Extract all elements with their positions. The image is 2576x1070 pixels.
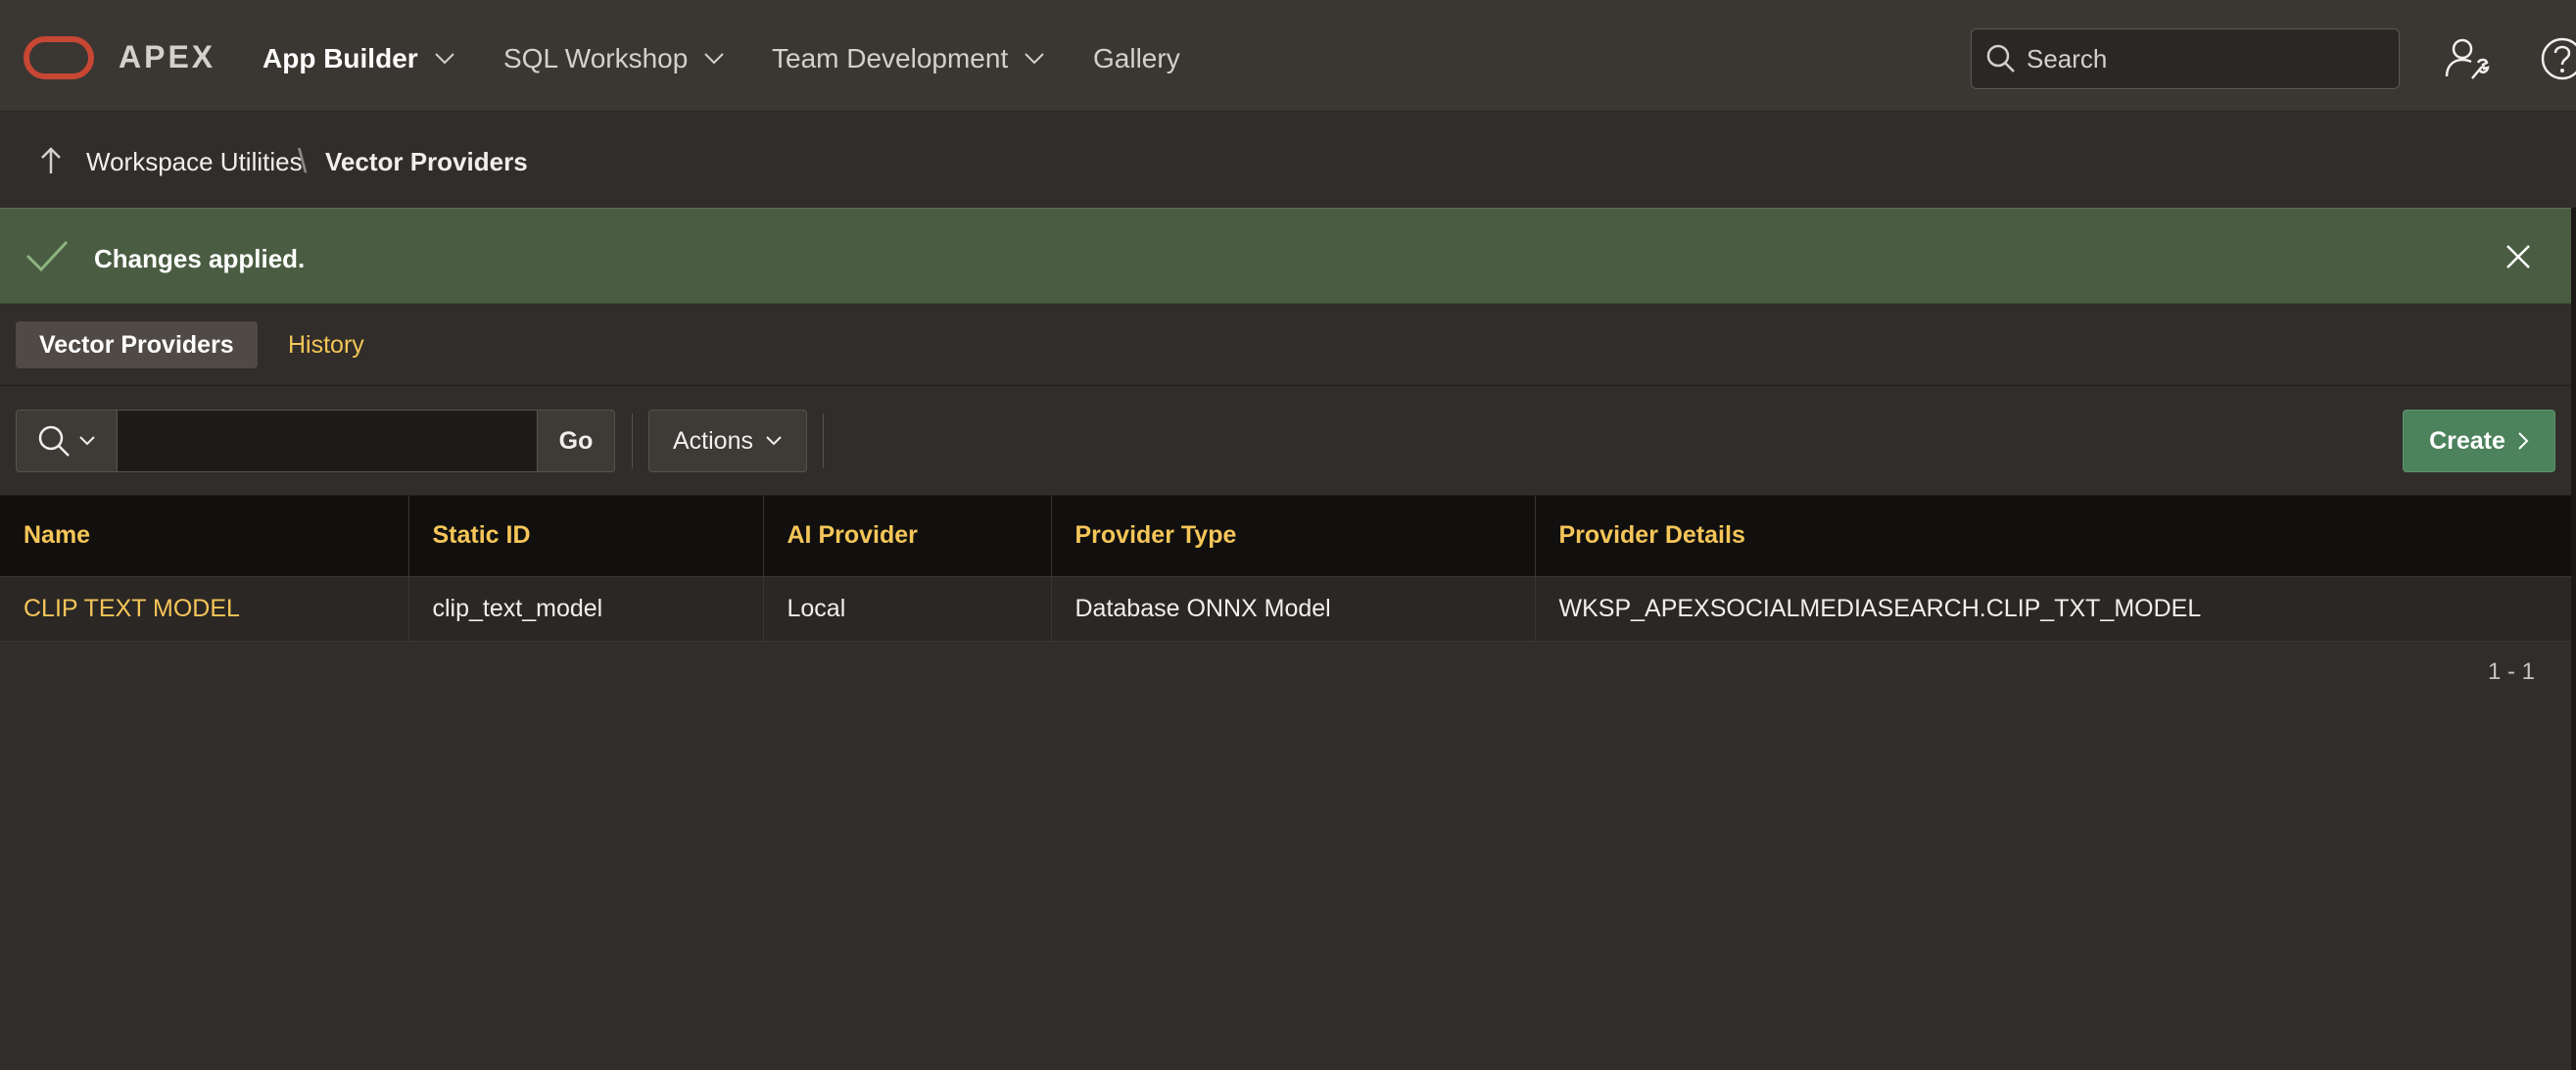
breadcrumb: Workspace Utilities \ Vector Providers (0, 112, 2576, 208)
column-header-provider-details[interactable]: Provider Details (1535, 496, 2572, 577)
region-tabs: Vector Providers History (0, 304, 2571, 386)
chevron-down-icon (434, 53, 454, 65)
search-input[interactable] (2027, 43, 2379, 74)
apex-logo-text[interactable]: APEX (119, 39, 215, 75)
page-edge (2571, 208, 2576, 1070)
tab-history[interactable]: History (264, 321, 388, 368)
nav-gallery[interactable]: Gallery (1093, 39, 1180, 78)
nav-label: App Builder (262, 43, 418, 73)
chevron-down-icon (766, 436, 782, 446)
cell-static-id: clip_text_model (408, 576, 764, 642)
search-column-menu-button[interactable] (16, 410, 118, 472)
report-search-input[interactable] (118, 410, 539, 472)
go-button[interactable]: Go (537, 410, 615, 472)
chevron-right-icon (2518, 432, 2529, 450)
report-toolbar: Go Actions Create (0, 386, 2571, 496)
cell-name: CLIP TEXT MODEL (0, 576, 409, 642)
breadcrumb-current: Vector Providers (325, 147, 528, 176)
cell-provider-type: Database ONNX Model (1051, 576, 1536, 642)
nav-app-builder[interactable]: App Builder (262, 39, 455, 78)
oracle-logo-icon[interactable] (24, 36, 94, 79)
actions-label: Actions (673, 426, 753, 455)
success-alert: Changes applied. (0, 208, 2571, 304)
user-settings-icon[interactable] (2443, 35, 2490, 82)
nav-sql-workshop[interactable]: SQL Workshop (503, 39, 725, 78)
cell-provider-details: WKSP_APEXSOCIALMEDIASEARCH.CLIP_TXT_MODE… (1535, 576, 2572, 642)
help-icon[interactable] (2539, 35, 2576, 82)
toolbar-divider (823, 413, 824, 468)
column-header-name[interactable]: Name (0, 496, 409, 577)
provider-name-link[interactable]: CLIP TEXT MODEL (24, 595, 240, 622)
chevron-down-icon (1025, 53, 1044, 65)
cell-ai-provider: Local (763, 576, 1052, 642)
pagination-info: 1 - 1 (2488, 658, 2536, 685)
column-header-ai-provider[interactable]: AI Provider (763, 496, 1052, 577)
vector-providers-report: Name Static ID AI Provider Provider Type… (0, 496, 2572, 642)
search-icon (1986, 44, 2015, 73)
nav-label: SQL Workshop (503, 43, 689, 73)
close-icon[interactable] (2505, 244, 2531, 269)
breadcrumb-separator: \ (298, 143, 308, 180)
report-header-row: Name Static ID AI Provider Provider Type… (0, 496, 2572, 577)
column-header-static-id[interactable]: Static ID (408, 496, 764, 577)
create-label: Create (2429, 426, 2505, 455)
nav-label: Gallery (1093, 43, 1180, 73)
nav-label: Team Development (772, 43, 1009, 73)
create-button[interactable]: Create (2403, 410, 2555, 472)
check-icon (25, 240, 69, 272)
actions-menu-button[interactable]: Actions (648, 410, 807, 472)
table-row: CLIP TEXT MODEL clip_text_model Local Da… (0, 576, 2572, 642)
breadcrumb-workspace-utilities[interactable]: Workspace Utilities (86, 147, 303, 177)
column-header-provider-type[interactable]: Provider Type (1051, 496, 1536, 577)
global-search[interactable] (1971, 28, 2400, 89)
arrow-up-icon[interactable] (37, 146, 65, 175)
top-header: APEX App Builder SQL Workshop Team Devel… (0, 0, 2576, 112)
search-icon (38, 425, 70, 457)
chevron-down-icon (704, 53, 725, 65)
nav-team-development[interactable]: Team Development (772, 39, 1045, 78)
chevron-down-icon (79, 436, 95, 446)
tab-vector-providers[interactable]: Vector Providers (16, 321, 258, 368)
alert-message: Changes applied. (94, 244, 306, 273)
toolbar-divider (632, 413, 633, 468)
